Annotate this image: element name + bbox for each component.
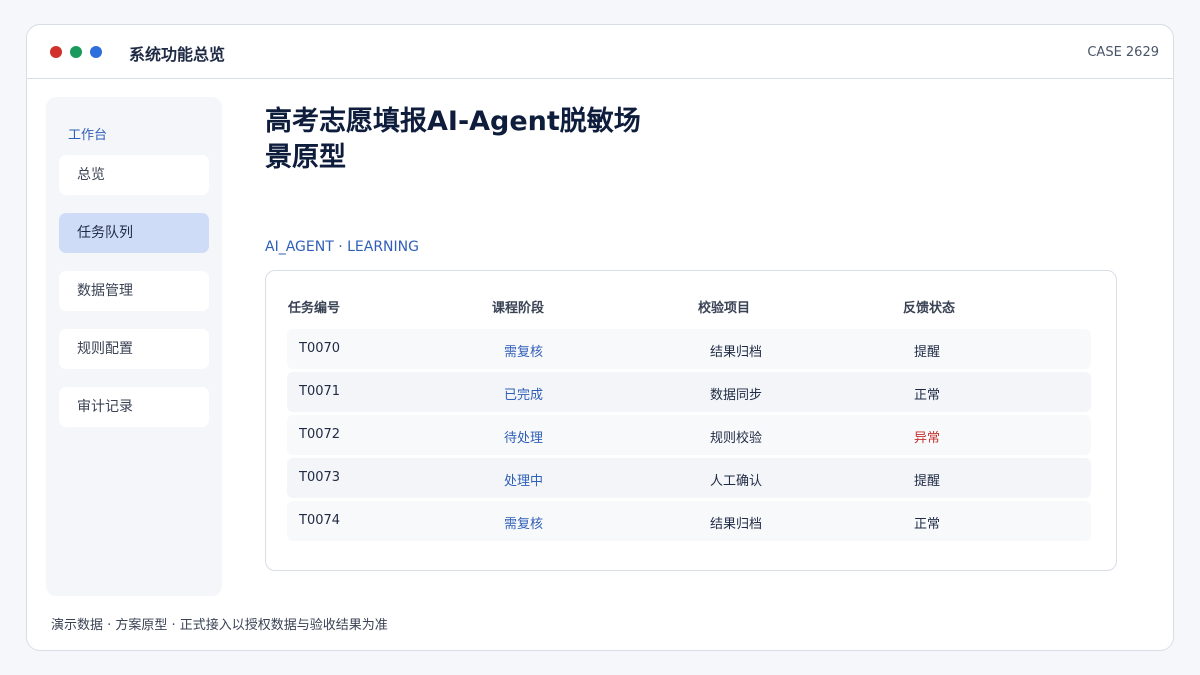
column-header-feedback: 反馈状态: [903, 301, 956, 316]
cell-task-id: T0072: [299, 427, 341, 442]
sidebar: 工作台 总览 任务队列 数据管理 规则配置 审计记录: [46, 97, 222, 596]
window-maximize-dot[interactable]: [70, 46, 82, 58]
page-title: 高考志愿填报AI-Agent脱敏场景原型: [265, 106, 641, 173]
column-header-check-item: 校验项目: [698, 301, 751, 316]
cell-stage: 已完成: [504, 388, 544, 403]
sidebar-group-label: 工作台: [68, 128, 108, 143]
cell-feedback: 异常: [914, 431, 941, 446]
cell-feedback: 提醒: [914, 345, 941, 360]
task-table: 任务编号 课程阶段 校验项目 反馈状态 T0070 需复核 结果归档 提醒 T0…: [265, 270, 1117, 571]
window-close-dot[interactable]: [50, 46, 62, 58]
cell-task-id: T0074: [299, 513, 341, 528]
app-window: 系统功能总览 CASE 2629 工作台 总览 任务队列 数据管理 规则配置 审…: [26, 24, 1174, 651]
app-title: 系统功能总览: [129, 45, 226, 64]
column-header-stage: 课程阶段: [492, 301, 545, 316]
cell-stage: 待处理: [504, 431, 544, 446]
cell-feedback: 正常: [914, 388, 941, 403]
window-minimize-dot[interactable]: [90, 46, 102, 58]
title-bar: 系统功能总览 CASE 2629: [27, 25, 1173, 79]
cell-task-id: T0073: [299, 470, 341, 485]
cell-feedback: 正常: [914, 517, 941, 532]
cell-check-item: 人工确认: [710, 474, 763, 489]
sidebar-item-data-management[interactable]: 数据管理: [59, 271, 209, 311]
table-row[interactable]: T0070 需复核 结果归档 提醒: [287, 329, 1091, 369]
cell-feedback: 提醒: [914, 474, 941, 489]
table-row[interactable]: T0074 需复核 结果归档 正常: [287, 501, 1091, 541]
cell-task-id: T0071: [299, 384, 341, 399]
sidebar-item-rule-config[interactable]: 规则配置: [59, 329, 209, 369]
cell-stage: 需复核: [504, 517, 544, 532]
table-row[interactable]: T0072 待处理 规则校验 异常: [287, 415, 1091, 455]
cell-check-item: 规则校验: [710, 431, 763, 446]
footer-note: 演示数据 · 方案原型 · 正式接入以授权数据与验收结果为准: [51, 618, 388, 633]
table-row[interactable]: T0073 处理中 人工确认 提醒: [287, 458, 1091, 498]
cell-stage: 处理中: [504, 474, 544, 489]
page-subtitle: AI_AGENT · LEARNING: [265, 239, 419, 255]
case-id: CASE 2629: [1087, 45, 1159, 60]
cell-stage: 需复核: [504, 345, 544, 360]
sidebar-item-overview[interactable]: 总览: [59, 155, 209, 195]
column-header-task-id: 任务编号: [288, 301, 341, 316]
sidebar-item-audit-log[interactable]: 审计记录: [59, 387, 209, 427]
cell-check-item: 数据同步: [710, 388, 763, 403]
cell-task-id: T0070: [299, 341, 341, 356]
sidebar-item-task-queue[interactable]: 任务队列: [59, 213, 209, 253]
cell-check-item: 结果归档: [710, 345, 763, 360]
cell-check-item: 结果归档: [710, 517, 763, 532]
table-row[interactable]: T0071 已完成 数据同步 正常: [287, 372, 1091, 412]
